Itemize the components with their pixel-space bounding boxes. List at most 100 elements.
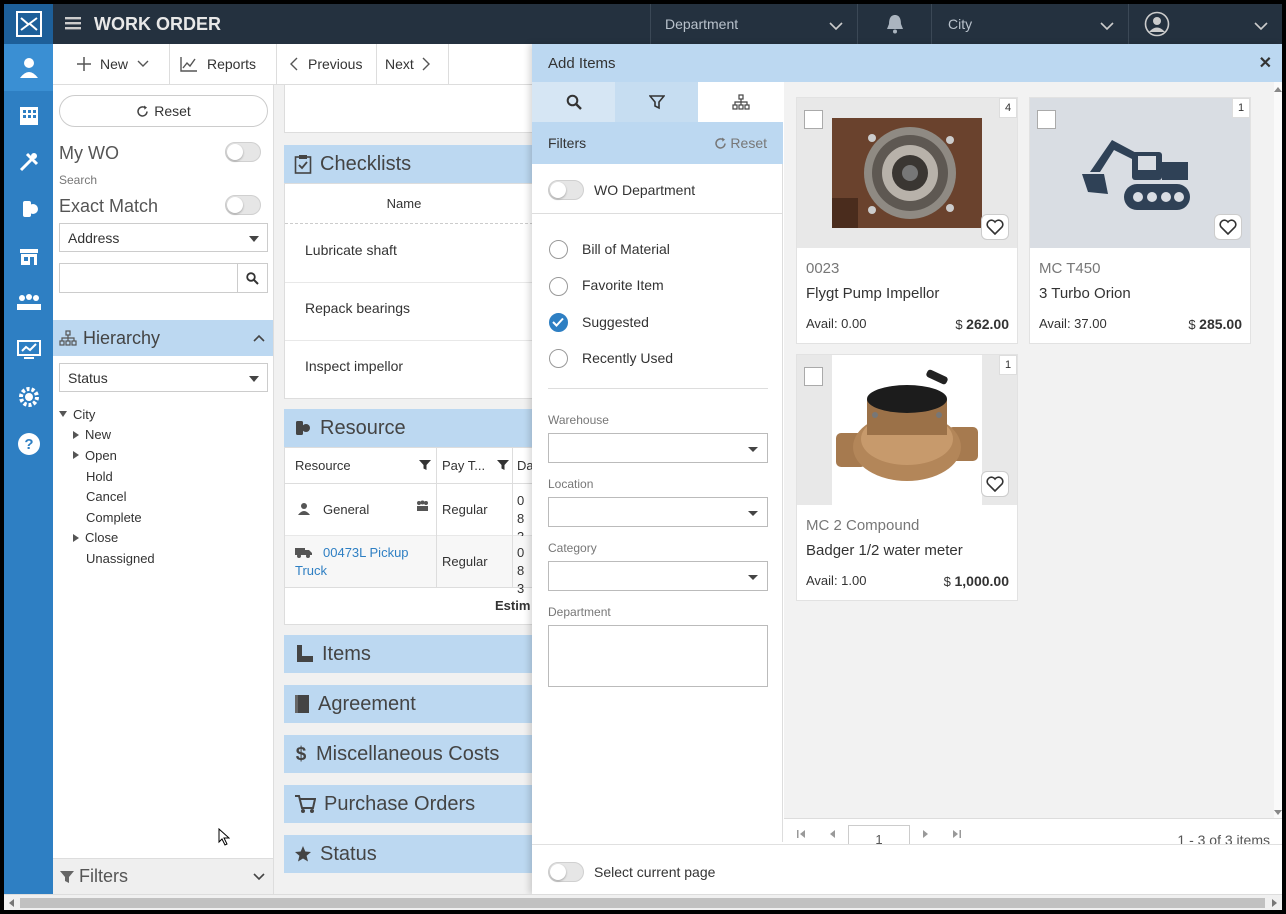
add-items-title: Add Items	[548, 54, 616, 72]
warehouse-select[interactable]	[548, 433, 768, 463]
rail-store-icon[interactable]	[4, 232, 53, 279]
tab-filter[interactable]	[615, 82, 698, 122]
select-current-page-toggle[interactable]	[548, 862, 584, 882]
favorite-heart-icon[interactable]	[1214, 214, 1242, 240]
tree-node-hold[interactable]: Hold	[59, 466, 155, 487]
rail-settings-icon[interactable]	[4, 373, 53, 420]
hamburger-menu-icon[interactable]	[65, 15, 81, 34]
add-items-header: Add Items	[532, 44, 1282, 82]
radio-recently-used[interactable]	[549, 349, 568, 368]
table-row[interactable]: 00473L Pickup Truck Regular 08 3	[285, 536, 532, 596]
category-select[interactable]	[548, 561, 768, 591]
resource-label: Resource	[320, 416, 406, 439]
scrollbar-thumb[interactable]	[20, 898, 1265, 908]
date-column-header[interactable]: Da	[517, 458, 532, 473]
pay-type-column-header[interactable]: Pay T...	[442, 458, 485, 473]
chevron-down-icon	[829, 18, 843, 34]
first-page-icon[interactable]	[796, 827, 806, 842]
favorite-heart-icon[interactable]	[981, 471, 1009, 497]
previous-page-icon[interactable]	[828, 827, 836, 842]
new-button[interactable]: New	[53, 44, 170, 84]
page-horizontal-scrollbar[interactable]	[4, 894, 1282, 910]
app-logo[interactable]	[4, 4, 53, 44]
user-menu[interactable]	[1128, 4, 1282, 44]
department-multiselect[interactable]	[548, 625, 768, 687]
reports-button[interactable]: Reports	[170, 44, 277, 84]
tree-node-complete[interactable]: Complete	[59, 507, 155, 528]
misc-costs-section-header[interactable]: $ Miscellaneous Costs	[284, 735, 532, 773]
filter-icon[interactable]	[497, 459, 509, 474]
checklists-section-header[interactable]: Checklists	[284, 145, 532, 183]
close-icon[interactable]: ✕	[1259, 53, 1272, 73]
funnel-icon	[648, 95, 665, 110]
location-select[interactable]	[548, 497, 768, 527]
table-row[interactable]: General Regular 08 3	[285, 484, 532, 544]
tree-node-root[interactable]: City	[59, 404, 155, 425]
status-select[interactable]: Status	[59, 363, 268, 392]
search-field-select[interactable]: Address	[59, 223, 268, 252]
status-section-header[interactable]: Status	[284, 835, 532, 873]
filters-reset-button[interactable]: Reset	[714, 135, 767, 151]
radio-suggested[interactable]	[549, 313, 568, 332]
add-items-footer: Select current page	[532, 844, 1282, 894]
svg-text:$: $	[296, 744, 307, 764]
tree-node-cancel[interactable]: Cancel	[59, 486, 155, 507]
exact-match-toggle[interactable]	[225, 195, 261, 215]
rail-building-icon[interactable]	[4, 91, 53, 138]
item-checkbox[interactable]	[804, 110, 823, 129]
previous-button[interactable]: Previous	[277, 44, 377, 84]
rail-dashboard-icon[interactable]	[4, 326, 53, 373]
rail-meeting-icon[interactable]	[4, 279, 53, 326]
search-input[interactable]	[60, 264, 238, 292]
tree-node-open[interactable]: Open	[59, 445, 155, 466]
item-checkbox[interactable]	[804, 367, 823, 386]
tab-hierarchy[interactable]	[698, 82, 783, 122]
next-button[interactable]: Next	[377, 44, 449, 84]
tree-node-unassigned[interactable]: Unassigned	[59, 548, 155, 569]
resource-section-header[interactable]: Resource	[284, 409, 532, 447]
radio-favorite-item[interactable]	[549, 277, 568, 296]
favorite-heart-icon[interactable]	[981, 214, 1009, 240]
department-dropdown[interactable]: Department	[650, 4, 857, 44]
items-section-header[interactable]: Items	[284, 635, 532, 673]
last-page-icon[interactable]	[952, 827, 962, 842]
item-price: $ 1,000.00	[943, 573, 1009, 589]
hierarchy-icon	[59, 330, 77, 346]
truck-resource-link[interactable]: 00473L Pickup Truck	[295, 544, 415, 580]
checklist-name-header[interactable]: Name	[285, 184, 532, 224]
city-dropdown[interactable]: City	[931, 4, 1128, 44]
resource-table: Resource Pay T... Da General Regular 08 …	[284, 447, 532, 625]
notifications-button[interactable]	[857, 4, 931, 44]
next-page-icon[interactable]	[922, 827, 930, 842]
tree-node-close[interactable]: Close	[59, 528, 155, 549]
agreement-label: Agreement	[318, 692, 416, 715]
search-label: Search	[59, 173, 98, 187]
item-card[interactable]: 4 0023 Flygt Pump Impellor Avail: 0.00 $…	[796, 97, 1018, 344]
agreement-section-header[interactable]: Agreement	[284, 685, 532, 723]
resource-column-header[interactable]: Resource	[295, 458, 351, 473]
search-button[interactable]	[237, 264, 267, 292]
purchase-orders-section-header[interactable]: Purchase Orders	[284, 785, 532, 823]
rail-user-icon[interactable]	[4, 44, 53, 91]
my-wo-toggle[interactable]	[225, 142, 261, 162]
filter-icon[interactable]	[419, 459, 431, 474]
item-code: MC T450	[1039, 260, 1101, 277]
bill-of-material-label: Bill of Material	[582, 241, 670, 257]
chevron-down-icon	[253, 873, 265, 881]
item-card[interactable]: 1 MC T450 3 Turbo Orion Avail: 37.00 $ 2…	[1029, 97, 1251, 344]
clipboard-check-icon	[294, 154, 312, 174]
item-card[interactable]: 1 MC 2 Compound Badger 1/2 water meter A…	[796, 354, 1018, 601]
hierarchy-header[interactable]: Hierarchy	[53, 320, 273, 356]
tree-node-new[interactable]: New	[59, 425, 155, 446]
rail-valve-icon[interactable]	[4, 185, 53, 232]
filters-header[interactable]: Filters	[53, 858, 273, 894]
rail-help-icon[interactable]: ?	[4, 420, 53, 467]
reset-button[interactable]: Reset	[59, 95, 268, 127]
status-label: Status	[320, 842, 377, 865]
radio-bill-of-material[interactable]	[549, 240, 568, 259]
tab-search[interactable]	[532, 82, 615, 122]
grid-scrollbar[interactable]	[1274, 82, 1282, 818]
rail-tools-icon[interactable]	[4, 138, 53, 185]
wo-department-toggle[interactable]	[548, 180, 584, 200]
item-checkbox[interactable]	[1037, 110, 1056, 129]
